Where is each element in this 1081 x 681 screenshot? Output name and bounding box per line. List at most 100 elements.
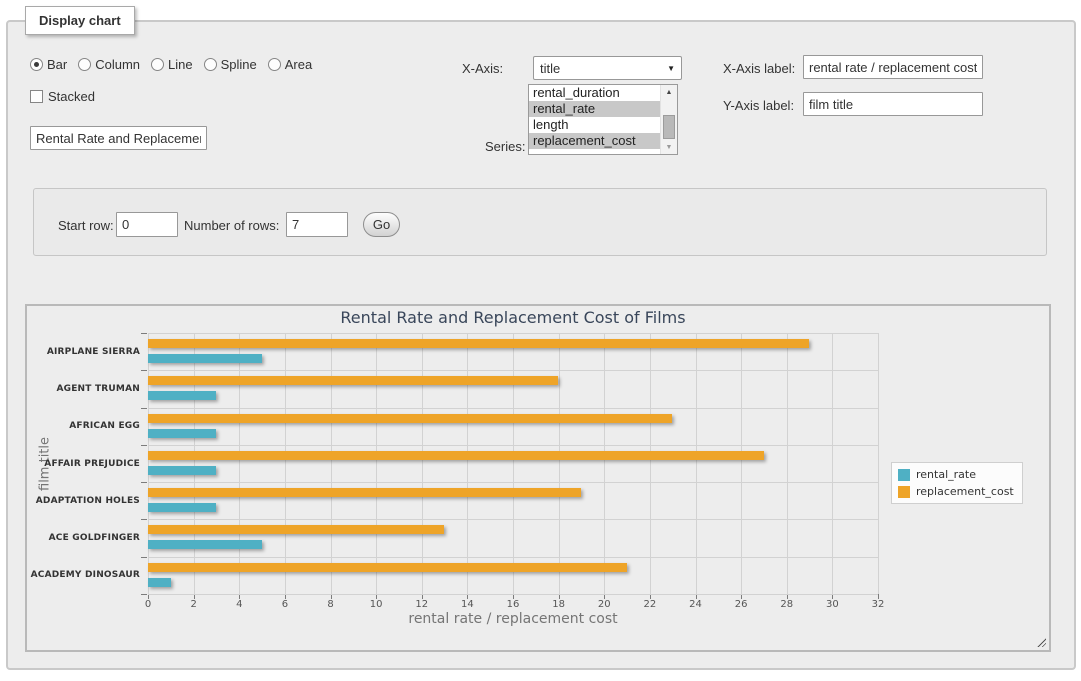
chart-type-option-label: Column <box>95 57 140 72</box>
legend-label: replacement_cost <box>916 485 1014 498</box>
bar-rental_rate <box>148 429 216 438</box>
gridline <box>194 333 195 594</box>
radio-icon[interactable] <box>78 58 91 71</box>
chart-type-option-area[interactable]: Area <box>268 57 312 72</box>
y-tick <box>141 408 147 409</box>
go-button[interactable]: Go <box>363 212 400 237</box>
x-tick-label: 10 <box>361 599 391 610</box>
gridline <box>467 333 468 594</box>
series-multiselect[interactable]: rental_durationrental_ratelengthreplacem… <box>528 84 678 155</box>
gridline <box>741 333 742 594</box>
y-tick <box>141 370 147 371</box>
gridline <box>148 333 878 334</box>
gridline <box>148 333 149 594</box>
bar-rental_rate <box>148 578 171 587</box>
gridline <box>285 333 286 594</box>
chart-type-option-label: Line <box>168 57 193 72</box>
bar-rental_rate <box>148 540 262 549</box>
gridline <box>832 333 833 594</box>
x-tick-label: 0 <box>133 599 163 610</box>
number-of-rows-input[interactable] <box>286 212 348 237</box>
y-tick <box>141 519 147 520</box>
gridline <box>604 333 605 594</box>
x-tick-label: 32 <box>863 599 893 610</box>
category-label: ACE GOLDFINGER <box>49 533 140 543</box>
bar-rental_rate <box>148 391 216 400</box>
radio-icon[interactable] <box>204 58 217 71</box>
stacked-checkbox[interactable] <box>30 90 43 103</box>
scrollbar-thumb[interactable] <box>663 115 675 139</box>
chart-type-option-spline[interactable]: Spline <box>204 57 257 72</box>
number-of-rows-label: Number of rows: <box>184 218 279 233</box>
bar-replacement_cost <box>148 563 627 572</box>
x-tick-label: 24 <box>681 599 711 610</box>
y-tick <box>141 445 147 446</box>
bar-rental_rate <box>148 503 216 512</box>
bar-replacement_cost <box>148 525 444 534</box>
chart-type-option-line[interactable]: Line <box>151 57 193 72</box>
x-tick-label: 28 <box>772 599 802 610</box>
x-tick-label: 26 <box>726 599 756 610</box>
y-tick <box>141 594 147 595</box>
legend-swatch-icon <box>898 469 910 481</box>
x-tick-label: 2 <box>179 599 209 610</box>
chart-title-input[interactable] <box>30 126 207 150</box>
category-label: AFRICAN EGG <box>69 421 140 431</box>
gridline <box>239 333 240 594</box>
series-options: rental_durationrental_ratelengthreplacem… <box>529 85 677 149</box>
chart-container: Rental Rate and Replacement Cost of Film… <box>25 304 1051 652</box>
gridline <box>148 408 878 409</box>
gridline <box>376 333 377 594</box>
x-tick-label: 20 <box>589 599 619 610</box>
category-label: ADAPTATION HOLES <box>36 496 140 506</box>
series-option-rental_duration[interactable]: rental_duration <box>529 85 660 101</box>
page: Display chart BarColumnLineSplineArea St… <box>0 0 1081 681</box>
bar-replacement_cost <box>148 488 581 497</box>
y-tick <box>141 333 147 334</box>
gridline <box>650 333 651 594</box>
series-option-replacement_cost[interactable]: replacement_cost <box>529 133 660 149</box>
chart-type-option-label: Bar <box>47 57 67 72</box>
radio-icon[interactable] <box>268 58 281 71</box>
gridline <box>148 445 878 446</box>
x-tick-label: 12 <box>407 599 437 610</box>
chart-type-option-label: Area <box>285 57 312 72</box>
x-axis-label-input[interactable] <box>803 55 983 79</box>
radio-icon[interactable] <box>151 58 164 71</box>
series-scrollbar[interactable]: ▲ ▼ <box>660 85 677 154</box>
chart-type-option-bar[interactable]: Bar <box>30 57 67 72</box>
chart-legend: rental_rate replacement_cost <box>891 462 1023 504</box>
bar-rental_rate <box>148 466 216 475</box>
series-option-rental_rate[interactable]: rental_rate <box>529 101 660 117</box>
bar-replacement_cost <box>148 376 558 385</box>
gridline <box>513 333 514 594</box>
chart-title: Rental Rate and Replacement Cost of Film… <box>148 308 878 327</box>
legend-item-rental_rate[interactable]: rental_rate <box>898 468 1014 481</box>
row-range-panel: Start row: Number of rows: Go <box>33 188 1047 256</box>
gridline <box>422 333 423 594</box>
radio-icon[interactable] <box>30 58 43 71</box>
scroll-up-icon[interactable]: ▲ <box>661 85 677 99</box>
bar-replacement_cost <box>148 414 672 423</box>
plot-area <box>148 333 878 594</box>
bar-replacement_cost <box>148 339 809 348</box>
series-option-length[interactable]: length <box>529 117 660 133</box>
scroll-down-icon[interactable]: ▼ <box>661 140 677 154</box>
y-axis-label-input[interactable] <box>803 92 983 116</box>
x-axis-title: rental rate / replacement cost <box>148 611 878 627</box>
category-label: AIRPLANE SIERRA <box>47 347 140 357</box>
category-label: AFFAIR PREJUDICE <box>44 459 140 469</box>
x-axis-label-label: X-Axis label: <box>723 61 795 76</box>
chart-type-option-column[interactable]: Column <box>78 57 140 72</box>
resize-grip-icon[interactable] <box>1036 637 1046 647</box>
x-tick-label: 18 <box>544 599 574 610</box>
legend-label: rental_rate <box>916 468 976 481</box>
x-tick-label: 30 <box>817 599 847 610</box>
x-axis-selected-value: title <box>540 61 667 76</box>
gridline <box>559 333 560 594</box>
start-row-input[interactable] <box>116 212 178 237</box>
x-axis-select[interactable]: title ▼ <box>533 56 682 80</box>
legend-item-replacement_cost[interactable]: replacement_cost <box>898 485 1014 498</box>
gridline <box>148 519 878 520</box>
dropdown-arrow-icon: ▼ <box>667 64 675 73</box>
